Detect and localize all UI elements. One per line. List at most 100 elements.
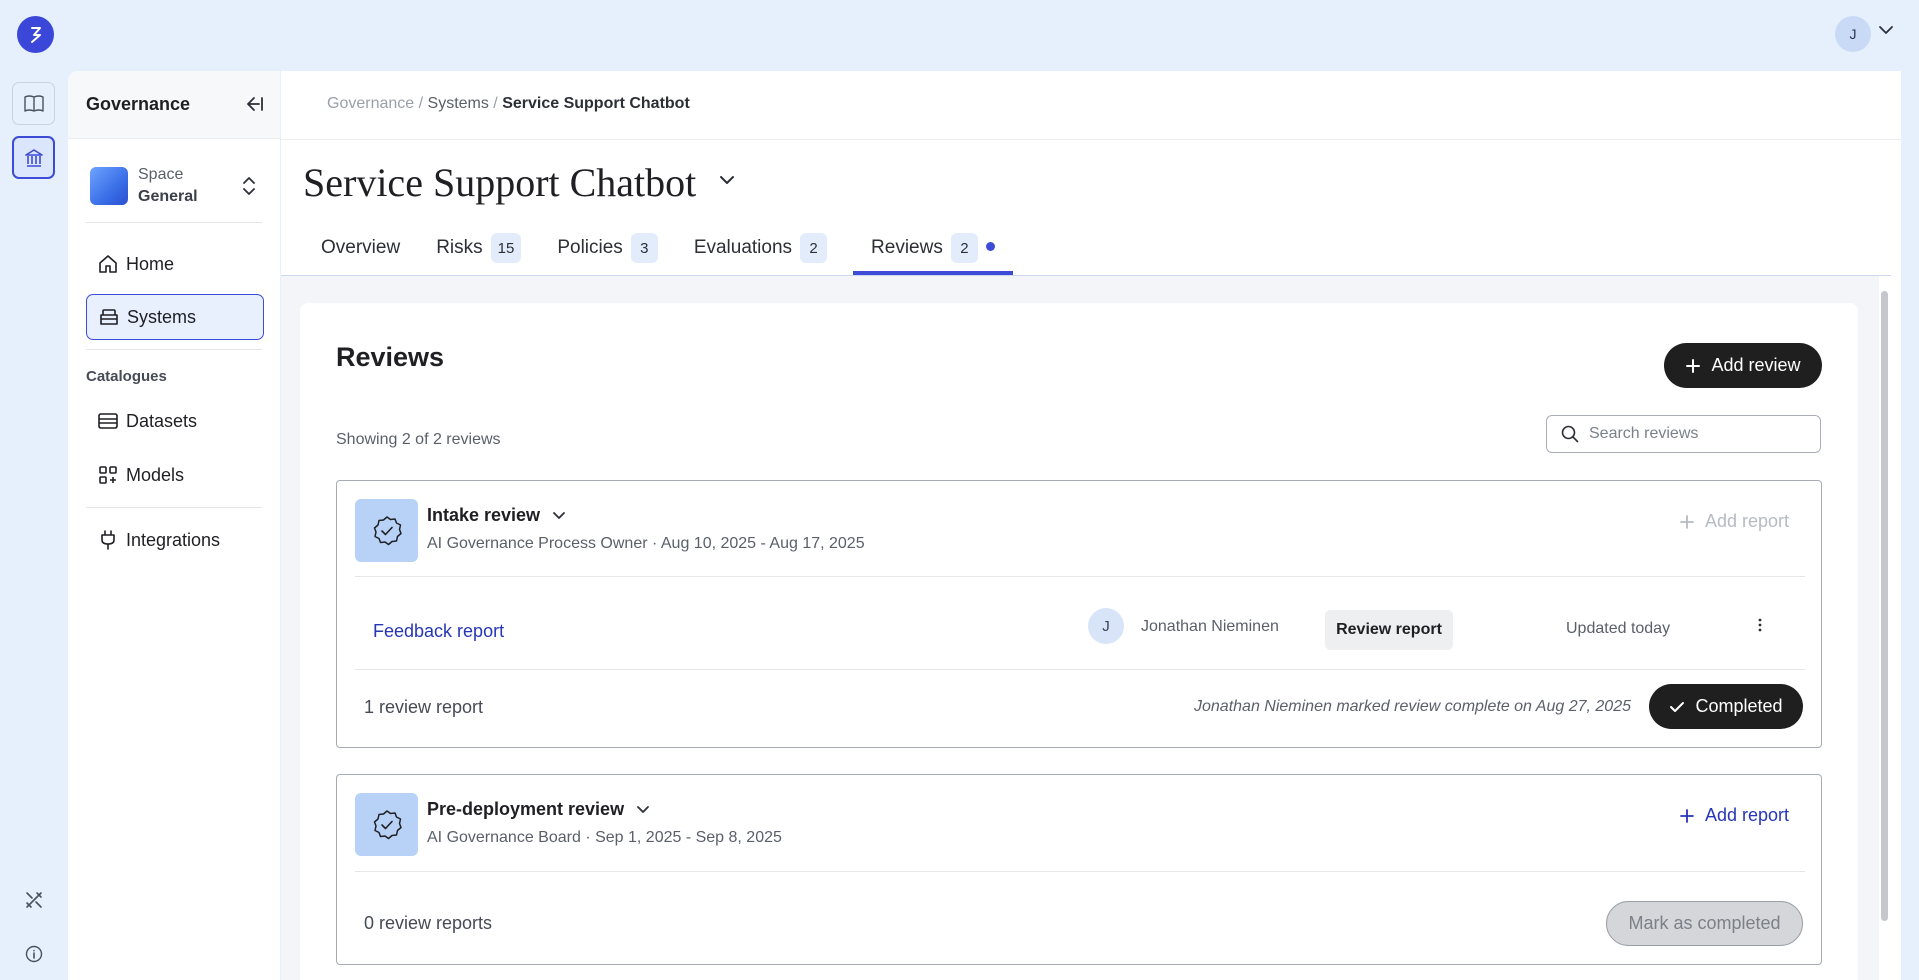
verified-badge-icon <box>373 515 402 545</box>
sidebar-item-integrations[interactable]: Integrations <box>86 517 264 563</box>
review-badge <box>355 499 418 562</box>
chevron-down-icon[interactable] <box>636 805 650 815</box>
review-title: Pre-deployment review <box>427 799 625 819</box>
updated-text: Updated today <box>1566 620 1671 637</box>
logo-icon <box>30 26 41 43</box>
review-card-pre-deployment: Pre-deployment review AI Governance Boar… <box>336 774 1822 965</box>
space-selector[interactable]: Space General <box>90 163 256 209</box>
chevron-down-icon[interactable] <box>718 173 736 187</box>
docs-rail-button[interactable] <box>12 82 55 125</box>
space-label: Space <box>138 166 184 183</box>
count-badge: 15 <box>490 233 522 263</box>
review-card-intake: Intake review AI Governance Process Owne… <box>336 480 1822 748</box>
tab-label: Policies <box>557 237 623 258</box>
more-options-icon[interactable] <box>1750 615 1770 635</box>
tab-label: Evaluations <box>693 237 793 258</box>
sidebar-item-label: Datasets <box>126 410 198 431</box>
sidebar-divider <box>86 507 262 508</box>
notification-dot <box>985 241 995 251</box>
tab-label: Reviews <box>871 237 943 258</box>
space-value: General <box>138 188 198 205</box>
plus-icon <box>1686 358 1701 373</box>
review-divider <box>355 871 1805 872</box>
completed-label: Completed <box>1695 696 1783 716</box>
sidebar-item-label: Integrations <box>126 529 221 550</box>
page-title: Service Support Chatbot <box>303 160 697 205</box>
add-report-button[interactable]: Add report <box>1679 511 1789 532</box>
search-input[interactable] <box>1589 425 1809 443</box>
sidebar-item-datasets[interactable]: Datasets <box>86 398 264 444</box>
systems-icon <box>97 305 121 329</box>
info-icon[interactable] <box>22 942 46 966</box>
book-icon <box>23 94 44 112</box>
collapse-sidebar-icon[interactable] <box>244 95 264 113</box>
chevron-updown-icon <box>243 177 255 195</box>
breadcrumb-systems[interactable]: Systems <box>428 95 489 112</box>
review-badge <box>355 793 418 856</box>
tab-label: Risks <box>436 237 483 258</box>
chevron-down-icon[interactable] <box>1878 24 1894 36</box>
datasets-icon <box>96 409 120 433</box>
breadcrumb-separator: / <box>414 95 428 112</box>
reviewer-initial: J <box>1102 617 1110 635</box>
report-count: 0 review reports <box>364 913 493 933</box>
scrollbar-thumb[interactable] <box>1881 291 1888 921</box>
bank-icon <box>24 148 43 167</box>
tab-evaluations[interactable]: Evaluations 2 <box>676 221 845 275</box>
showing-count: Showing 2 of 2 reviews <box>336 431 501 448</box>
breadcrumb: Governance / Systems / Service Support C… <box>327 95 690 113</box>
search-icon <box>1561 425 1579 443</box>
reviews-heading: Reviews <box>336 342 445 372</box>
add-report-label: Add report <box>1704 511 1789 531</box>
sidebar-item-label: Models <box>126 464 185 485</box>
mark-as-completed-button[interactable]: Mark as completed <box>1606 901 1803 946</box>
review-divider <box>355 669 1805 670</box>
tab-bar: Overview Risks 15 Policies 3 Evaluations… <box>303 221 1013 275</box>
tab-risks[interactable]: Risks 15 <box>418 221 539 275</box>
sidebar-item-models[interactable]: Models <box>86 452 264 498</box>
governance-rail-button[interactable] <box>12 136 55 179</box>
sidebar: Governance Space General Home Systems Ca… <box>68 71 280 980</box>
models-icon <box>96 463 120 487</box>
sidebar-item-label: Home <box>126 253 175 274</box>
header-divider <box>281 139 1901 140</box>
user-avatar[interactable]: J <box>1835 16 1871 52</box>
sidebar-item-systems[interactable]: Systems <box>86 294 264 340</box>
reviewer-avatar: J <box>1088 608 1124 644</box>
verified-badge-icon <box>373 809 402 839</box>
app-logo[interactable] <box>17 16 54 53</box>
report-count: 1 review report <box>364 697 484 717</box>
sidebar-item-label: Systems <box>127 306 197 327</box>
sidebar-divider <box>86 349 262 350</box>
tab-overview[interactable]: Overview <box>303 221 418 275</box>
user-initial: J <box>1849 26 1857 42</box>
breadcrumb-root[interactable]: Governance <box>327 95 414 112</box>
tools-icon[interactable] <box>22 888 46 912</box>
report-link[interactable]: Feedback report <box>373 621 504 642</box>
review-report-button[interactable]: Review report <box>1325 610 1453 650</box>
reviewer-name: Jonathan Nieminen <box>1141 618 1279 635</box>
sidebar-title: Governance <box>86 94 191 114</box>
review-name[interactable]: Pre-deployment review <box>427 799 650 820</box>
chevron-down-icon[interactable] <box>552 511 566 521</box>
plug-icon <box>96 528 120 552</box>
app-rail <box>0 0 68 980</box>
add-report-button[interactable]: Add report <box>1679 805 1789 826</box>
check-icon <box>1670 701 1685 712</box>
completion-note: Jonathan Nieminen marked review complete… <box>1194 698 1631 715</box>
completed-button[interactable]: Completed <box>1649 684 1803 729</box>
tab-label: Overview <box>321 237 401 258</box>
sidebar-divider <box>86 222 262 223</box>
review-divider <box>355 576 1805 577</box>
add-review-button[interactable]: Add review <box>1664 343 1822 388</box>
review-name[interactable]: Intake review <box>427 505 566 526</box>
count-badge: 3 <box>630 233 658 263</box>
search-box[interactable] <box>1546 415 1821 453</box>
tab-reviews[interactable]: Reviews 2 <box>853 221 1013 275</box>
space-image <box>90 167 128 205</box>
review-meta: AI Governance Board · Sep 1, 2025 - Sep … <box>427 829 782 846</box>
tab-policies[interactable]: Policies 3 <box>539 221 675 275</box>
breadcrumb-separator: / <box>488 95 503 112</box>
sidebar-item-home[interactable]: Home <box>86 241 264 287</box>
add-report-label: Add report <box>1704 805 1789 825</box>
